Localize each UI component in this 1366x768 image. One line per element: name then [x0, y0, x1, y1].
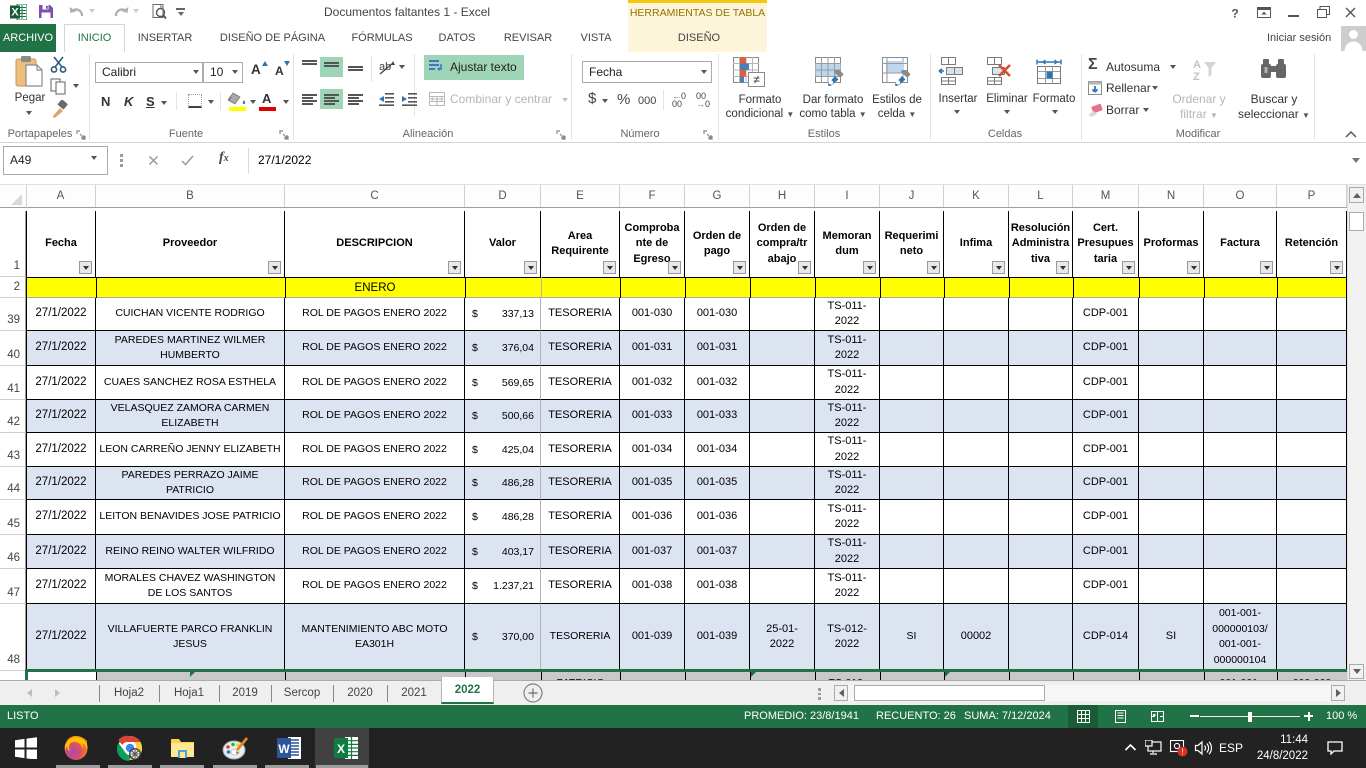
svg-text:!: ! [1181, 748, 1183, 757]
svg-text:A: A [1193, 59, 1201, 71]
svg-text:X: X [337, 742, 345, 756]
svg-text:W: W [278, 742, 290, 756]
svg-text:ab: ab [379, 61, 391, 73]
svg-text:?: ? [1231, 7, 1238, 19]
svg-text:X: X [11, 7, 19, 19]
svg-text:Z: Z [1193, 71, 1200, 82]
svg-text:≠: ≠ [753, 73, 760, 87]
